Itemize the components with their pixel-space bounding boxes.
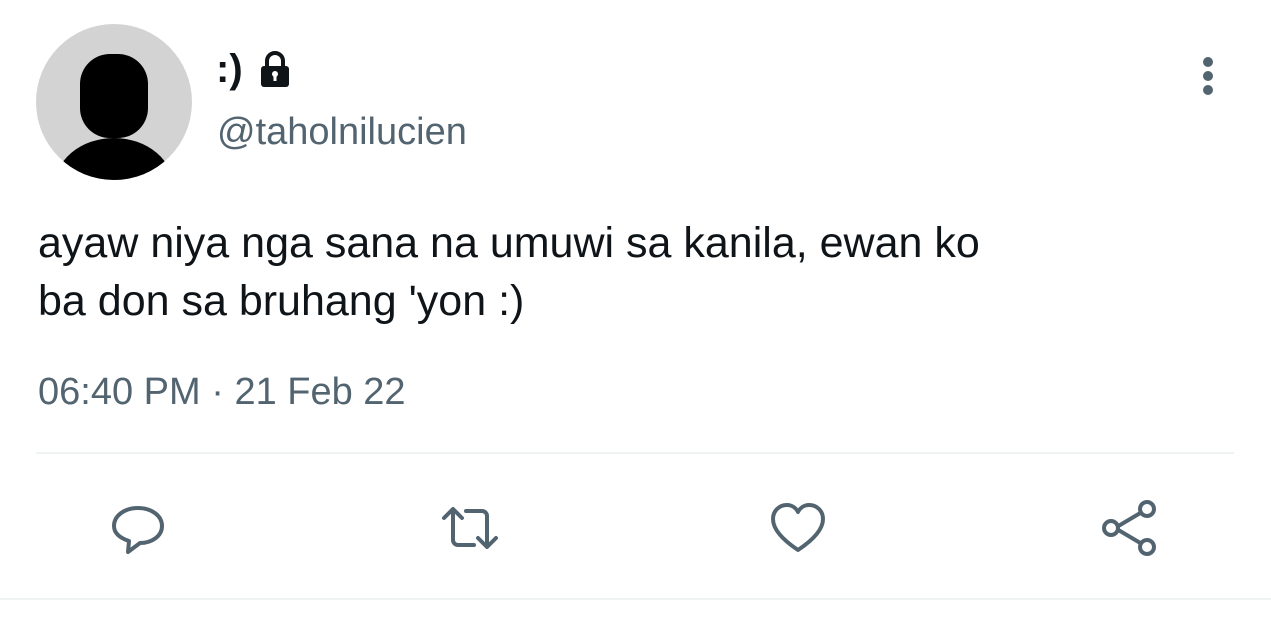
heart-icon <box>771 503 825 552</box>
tweet-text: ayaw niya nga sana na umuwi sa kanila, e… <box>38 219 980 325</box>
avatar[interactable] <box>36 24 192 180</box>
display-name[interactable]: :) <box>216 49 243 89</box>
like-button[interactable] <box>766 496 830 560</box>
reply-button[interactable] <box>106 496 170 560</box>
lock-icon <box>260 51 289 87</box>
tweet-date[interactable]: 21 Feb 22 <box>234 371 405 413</box>
more-options-button[interactable] <box>1186 52 1230 100</box>
default-avatar-icon <box>54 54 174 180</box>
divider <box>36 452 1234 454</box>
timestamp-row: 06:40 PM · 21 Feb 22 <box>38 371 406 414</box>
share-icon <box>1102 500 1156 556</box>
more-vertical-icon <box>1203 57 1213 95</box>
display-name-row: :) <box>216 44 297 94</box>
timestamp-separator: · <box>211 371 224 413</box>
reply-icon <box>112 506 164 554</box>
retweet-button[interactable] <box>438 496 502 560</box>
tweet-time[interactable]: 06:40 PM <box>38 371 201 413</box>
user-handle[interactable]: @taholnilucien <box>217 111 467 154</box>
retweet-icon <box>442 507 498 549</box>
bottom-divider <box>0 598 1271 600</box>
share-button[interactable] <box>1098 496 1162 560</box>
